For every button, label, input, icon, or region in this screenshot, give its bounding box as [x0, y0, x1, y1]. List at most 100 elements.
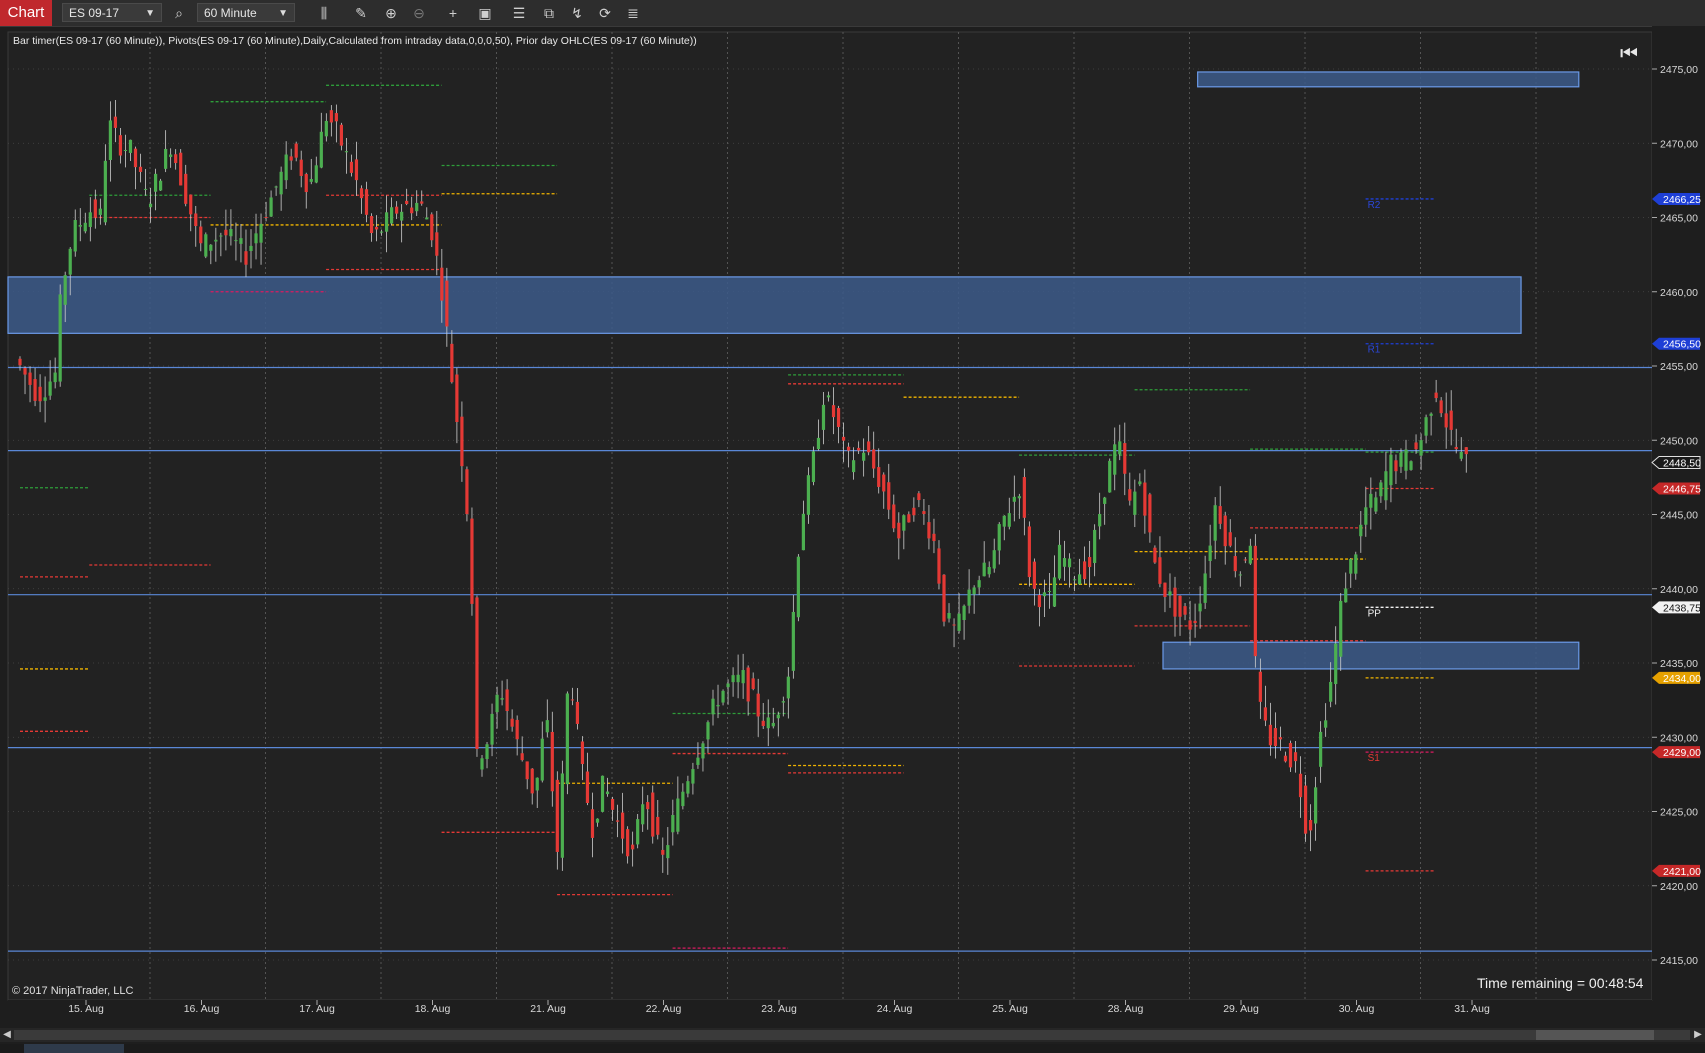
chart-tab-bottom[interactable] — [24, 1044, 124, 1053]
candle-body — [1449, 410, 1453, 430]
candle-body — [696, 757, 700, 765]
crosshair-icon[interactable]: + — [442, 3, 464, 23]
candle-body — [590, 809, 595, 838]
candle-body — [289, 156, 293, 161]
search-icon[interactable]: ⌕ — [168, 3, 190, 23]
candle-body — [1278, 737, 1283, 740]
candle-body — [495, 694, 499, 713]
candle-body — [826, 395, 831, 398]
candle-body — [1067, 558, 1072, 568]
candle-body — [1404, 449, 1408, 471]
candle-body — [1158, 557, 1162, 584]
candle-body — [636, 819, 640, 845]
candle-body — [460, 416, 464, 467]
candle-body — [570, 699, 574, 701]
chart-tab[interactable]: Chart — [0, 0, 52, 26]
scroll-track[interactable] — [14, 1030, 1690, 1040]
draw-pencil-icon[interactable]: ✎ — [350, 3, 372, 23]
candle-body — [1434, 392, 1438, 399]
scroll-right-icon[interactable]: ▶ — [1691, 1028, 1705, 1042]
candle-body — [746, 667, 750, 702]
price-axis-label: 2465,00 — [1660, 213, 1698, 225]
candle-body — [314, 165, 318, 183]
candle-body — [937, 548, 941, 584]
price-chart[interactable]: R2 R1 PP S1 2475,00 2470,00 2465,00 2460,00 2455… — [0, 26, 1705, 1026]
zoom-out-icon[interactable]: ⊖ — [408, 3, 430, 23]
candle-body — [179, 152, 183, 186]
candle-body — [721, 690, 725, 703]
price-axis-label: 2435,00 — [1660, 658, 1698, 670]
candle-body — [153, 173, 158, 192]
strategy-icon[interactable]: ⧉ — [538, 3, 560, 23]
candle-body — [1088, 557, 1092, 568]
candle-body — [816, 437, 821, 450]
candle-body — [1148, 494, 1152, 533]
price-marker-label: 2438,75 — [1663, 602, 1701, 614]
candle-body — [1062, 558, 1067, 567]
candle-body — [1349, 558, 1353, 574]
candle-body — [1303, 785, 1308, 834]
candle-body — [947, 612, 951, 619]
candle-body — [580, 741, 585, 765]
candle-body — [852, 460, 856, 473]
candle-body — [550, 731, 554, 792]
candle-body — [133, 148, 138, 168]
properties-icon[interactable]: ☰ — [508, 3, 530, 23]
candle-body — [1213, 505, 1217, 541]
candle-body — [1409, 461, 1413, 470]
time-axis-label: 25. Aug — [992, 1003, 1028, 1015]
zoom-in-icon[interactable]: ⊕ — [380, 3, 402, 23]
price-marker-label: 2421,00 — [1663, 866, 1701, 878]
candle-body — [1389, 454, 1393, 486]
candle-body — [811, 451, 816, 483]
candle-body — [1329, 681, 1333, 702]
menu-list-icon[interactable]: ≣ — [622, 3, 644, 23]
candle-body — [1083, 561, 1087, 580]
price-axis-label: 2415,00 — [1660, 955, 1698, 967]
candle-body — [1419, 440, 1423, 456]
candle-body — [229, 229, 233, 237]
candle-body — [234, 240, 238, 242]
candle-body — [48, 381, 52, 396]
candle-body — [631, 844, 635, 850]
data-box-icon[interactable]: ▣ — [474, 3, 496, 23]
pivot-label: PP — [1368, 608, 1382, 619]
reload-icon[interactable]: ⟳ — [594, 3, 616, 23]
interval-selector[interactable]: 60 Minute ▼ — [197, 3, 295, 22]
candle-body — [420, 201, 424, 204]
candle-body — [651, 792, 655, 837]
candle-body — [857, 447, 861, 451]
pivot-label: S1 — [1368, 753, 1381, 764]
candle-body — [1258, 671, 1262, 702]
bar-timer: Time remaining = 00:48:54 — [1477, 975, 1644, 991]
candle-body — [997, 524, 1001, 551]
candle-body — [1454, 446, 1458, 450]
time-axis-label: 16. Aug — [184, 1003, 220, 1015]
candle-body — [199, 226, 203, 244]
candle-body — [1228, 532, 1232, 546]
candle-body — [379, 231, 384, 233]
candle-body — [1288, 743, 1293, 768]
indicators-icon[interactable]: ↯ — [566, 3, 588, 23]
candle-body — [806, 475, 811, 515]
candle-body — [1308, 820, 1313, 831]
pivot-label: R1 — [1368, 345, 1381, 356]
candle-body — [545, 720, 549, 733]
candle-body — [98, 208, 102, 215]
instrument-selector[interactable]: ES 09-17 ▼ — [62, 3, 162, 22]
candle-body — [304, 174, 308, 193]
scroll-thumb[interactable] — [1536, 1030, 1654, 1040]
scroll-to-end-icon[interactable]: ⏮ — [1618, 42, 1640, 66]
scroll-left-icon[interactable]: ◀ — [0, 1028, 14, 1042]
bar-type-icon[interactable]: ⫼ — [313, 3, 335, 23]
candle-body — [480, 758, 484, 770]
candle-body — [902, 515, 906, 531]
candle-body — [1077, 574, 1082, 585]
candle-body — [1198, 603, 1202, 612]
candle-body — [962, 605, 966, 621]
chart-panel[interactable]: R2 R1 PP S1 2475,00 2470,00 2465,00 2460,00 2455… — [0, 26, 1705, 1026]
candle-body — [239, 238, 243, 244]
time-axis-label: 28. Aug — [1108, 1003, 1144, 1015]
horizontal-scrollbar[interactable]: ◀ ▶ — [0, 1028, 1705, 1042]
candle-body — [445, 280, 449, 327]
